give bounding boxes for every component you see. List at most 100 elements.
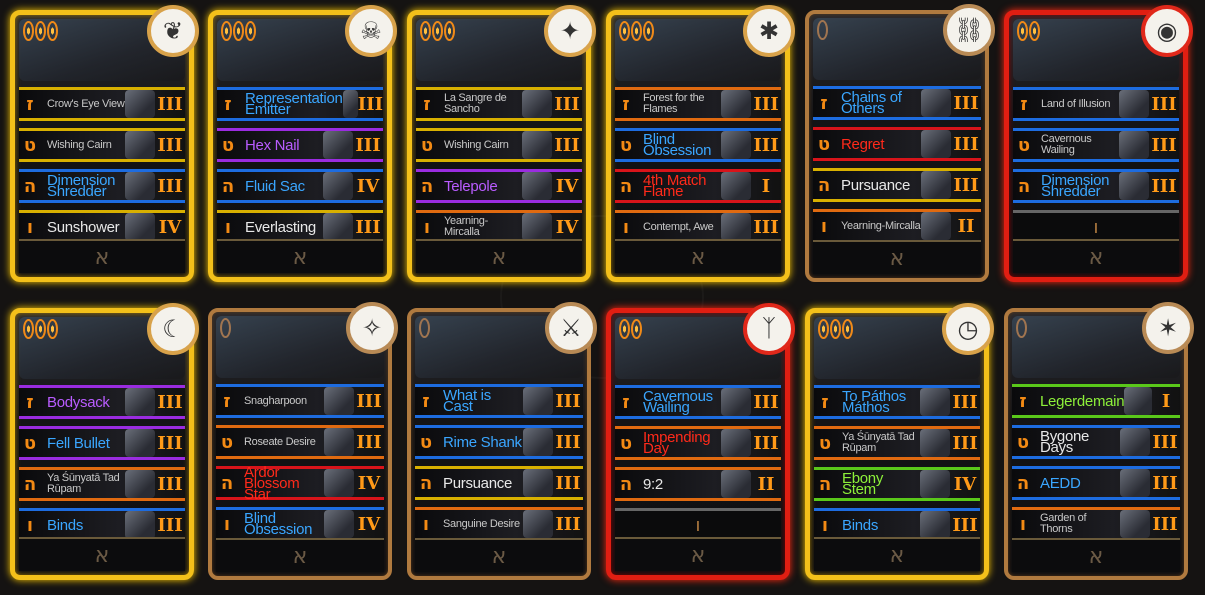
identity-card[interactable]: ✶ ז Legerdemain I ט Bygone Days III ה AEDD III ו Ga… (1004, 302, 1194, 580)
ego-slot[interactable]: ה 9:2 II (615, 467, 781, 501)
ego-avatar (125, 388, 155, 416)
ego-rank: I (1161, 390, 1171, 412)
rarity-pip (619, 21, 630, 41)
rune-icon[interactable]: ᛉ (743, 303, 795, 355)
ego-rank: III (157, 514, 183, 536)
identity-card[interactable]: ◷ ז To Páthos Máthos III ט Ya Śūnyatā Tad Rūp… (805, 303, 994, 580)
identity-card[interactable]: ☾ ז Bodysack III ט Fell Bullet III ה Ya Śūnyatā … (10, 303, 199, 580)
identity-card[interactable]: ◉ ז Land of Illusion III ט Cavernous Wailing I… (1004, 5, 1193, 282)
ego-slot[interactable]: ט Blind Obsession III (615, 128, 781, 162)
ego-slot[interactable]: ז Snagharpoon III (216, 384, 384, 418)
ego-name: Telepole (444, 177, 498, 195)
ego-slot[interactable]: ז Cavernous Wailing III (615, 385, 781, 419)
aleph-slot[interactable]: א (814, 537, 980, 571)
ego-slot[interactable]: ה Ebony Stem IV (814, 467, 980, 501)
aleph-slot[interactable]: א (415, 538, 583, 572)
ego-slot[interactable]: ז Bodysack III (19, 385, 185, 419)
ego-rank: III (555, 390, 581, 412)
ego-slot[interactable]: ו Sanguine Desire III (415, 507, 583, 541)
ego-slot[interactable]: ז To Páthos Máthos III (814, 385, 980, 419)
ego-slot[interactable]: ז Chains of Others III (813, 86, 981, 120)
ego-slot[interactable]: ט Bygone Days III (1012, 425, 1180, 459)
aleph-slot[interactable]: א (615, 239, 781, 273)
ego-slot[interactable]: ז La Sangre de Sancho III (416, 87, 582, 121)
aleph-slot[interactable]: א (217, 239, 383, 273)
aleph-slot[interactable]: א (1012, 538, 1180, 572)
ego-slot[interactable]: ט Cavernous Wailing III (1013, 128, 1179, 162)
ego-rank: III (1152, 472, 1178, 494)
wing-icon[interactable]: ❦ (147, 5, 199, 57)
eye-icon[interactable]: ◉ (1141, 5, 1193, 57)
rarity-pips (420, 21, 455, 41)
ego-avatar (721, 90, 751, 118)
ego-avatar (523, 387, 553, 415)
ego-slot[interactable]: ט Rime Shank III (415, 425, 583, 459)
sin-glyph: ז (1020, 93, 1028, 115)
ego-slot[interactable]: ט Wishing Cairn III (416, 128, 582, 162)
identity-card[interactable]: ✧ ז Snagharpoon III ט Roseate Desire III ה Ardor… (208, 302, 398, 580)
ego-slot[interactable]: ט Wishing Cairn III (19, 128, 185, 162)
ego-slot[interactable]: ז Representation Emitter III (217, 87, 383, 121)
ego-slot[interactable]: ו Blind Obsession IV (216, 507, 384, 541)
identity-card[interactable]: ⛓ ז Chains of Others III ט Regret III ה Pursuanc… (805, 4, 995, 282)
kanji-icon[interactable]: ✱ (743, 5, 795, 57)
ego-slot[interactable]: ז Crow's Eye View III (19, 87, 185, 121)
sin-glyph: ז (622, 391, 630, 413)
hood-icon[interactable]: ☾ (147, 303, 199, 355)
ego-avatar (721, 470, 751, 498)
aleph-slot[interactable]: א (615, 537, 781, 571)
identity-card[interactable]: ✦ ז La Sangre de Sancho III ט Wishing Cairn II… (407, 5, 596, 282)
ego-avatar (920, 511, 950, 539)
ego-slot[interactable]: ז Forest for the Flames III (615, 87, 781, 121)
ego-slot[interactable]: ז Legerdemain I (1012, 384, 1180, 418)
identity-card[interactable]: ᛉ ז Cavernous Wailing III ט Impending Day III ה… (606, 303, 795, 580)
identity-card[interactable]: ☠ ז Representation Emitter III ט Hex Nail III ה… (208, 5, 397, 282)
ego-slot[interactable]: ט Ya Śūnyatā Tad Rūpam III (814, 426, 980, 460)
crow-icon[interactable]: ✶ (1142, 302, 1194, 354)
blade-icon[interactable]: ⚔ (545, 302, 597, 354)
sin-glyph: ט (619, 134, 633, 156)
ego-slot[interactable]: ט Hex Nail III (217, 128, 383, 162)
aleph-slot[interactable]: א (813, 240, 981, 274)
ego-slot[interactable]: ט Roseate Desire III (216, 425, 384, 459)
rarity-pips (619, 319, 642, 339)
ego-slot[interactable]: ה Fluid Sac IV (217, 169, 383, 203)
ego-avatar (523, 428, 553, 456)
ego-slot[interactable]: ה AEDD III (1012, 466, 1180, 500)
ego-slot[interactable]: ה Dimension Shredder III (19, 169, 185, 203)
ego-slot[interactable]: ו Garden of Thorns III (1012, 507, 1180, 541)
identity-card[interactable]: ⚔ ז What is Cast III ט Rime Shank III ה Pursuanc… (407, 302, 597, 580)
ego-slot[interactable]: ה Ya Śūnyatā Tad Rūpam III (19, 467, 185, 501)
ego-slot[interactable]: ה Ardor Blossom Star IV (216, 465, 384, 502)
ego-slot[interactable]: ו Yearning-Mircalla II (813, 209, 981, 243)
ego-slot[interactable]: ה Dimension Shredder III (1013, 169, 1179, 203)
sin-glyph: ו (1019, 513, 1027, 535)
ego-slot[interactable]: ה Pursuance III (813, 168, 981, 202)
chain-icon[interactable]: ⛓ (943, 4, 995, 56)
sin-glyph: ט (23, 432, 37, 454)
aleph-slot[interactable]: א (19, 537, 185, 571)
ego-slot[interactable]: ז Land of Illusion III (1013, 87, 1179, 121)
aleph-slot[interactable]: א (19, 239, 185, 273)
identity-card[interactable]: ❦ ז Crow's Eye View III ט Wishing Cairn III ה Di… (10, 5, 199, 282)
identity-card[interactable]: ✱ ז Forest for the Flames III ט Blind Obsessi… (606, 5, 795, 282)
ego-slot[interactable]: ט Impending Day III (615, 426, 781, 460)
aleph-slot[interactable]: א (1013, 239, 1179, 273)
ego-slot[interactable]: ה 4th Match Flame I (615, 169, 781, 203)
watch-icon[interactable]: ◷ (942, 303, 994, 355)
skull-icon[interactable]: ☠ (345, 5, 397, 57)
sin-glyph: ה (817, 174, 831, 196)
ego-slot[interactable]: ט Fell Bullet III (19, 426, 185, 460)
aleph-slot[interactable]: א (216, 538, 384, 572)
ego-slot[interactable]: ז What is Cast III (415, 384, 583, 418)
ego-name: Ebony Stem (842, 470, 884, 498)
ego-slot[interactable]: ה Pursuance III (415, 466, 583, 500)
star-icon[interactable]: ✦ (544, 5, 596, 57)
ego-slot[interactable]: ה Telepole IV (416, 169, 582, 203)
rarity-pips (23, 21, 58, 41)
aleph-slot[interactable]: א (416, 239, 582, 273)
rarity-pip (221, 21, 232, 41)
ego-rank: IV (158, 216, 182, 238)
ego-slot[interactable]: ט Regret III (813, 127, 981, 161)
compass-icon[interactable]: ✧ (346, 302, 398, 354)
